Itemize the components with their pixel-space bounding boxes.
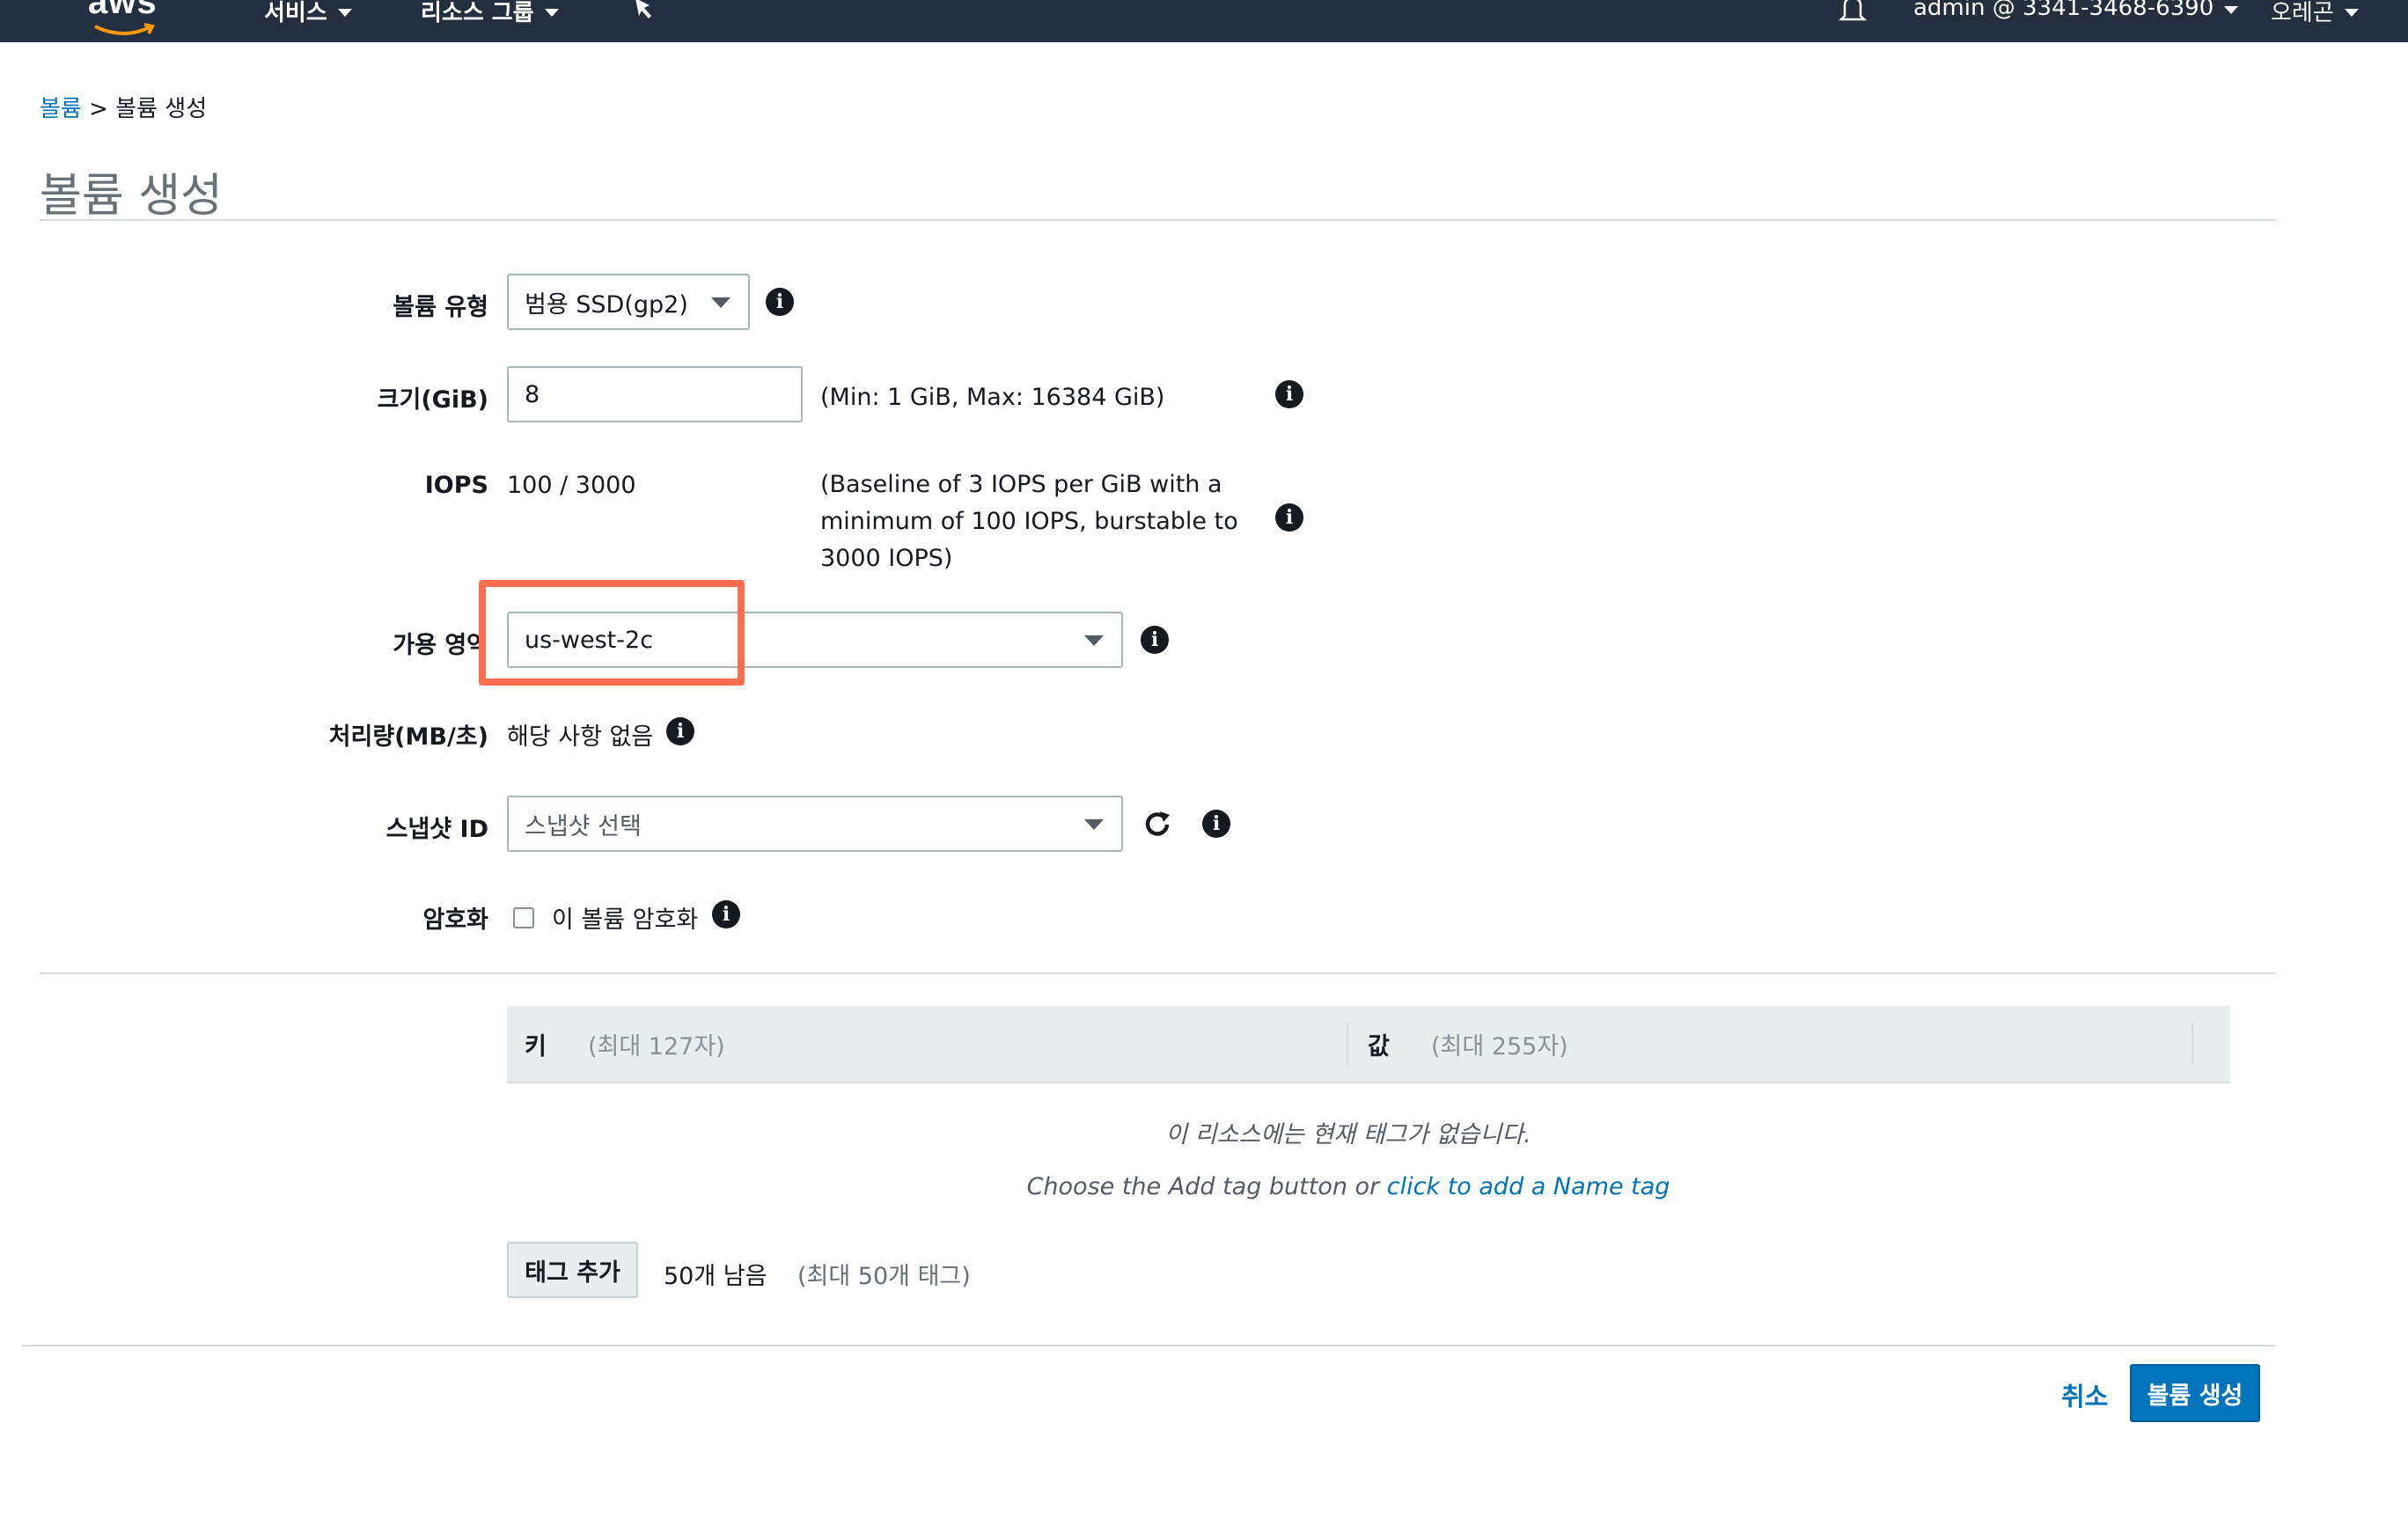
- add-tag-instructions: Choose the Add tag button or click to ad…: [144, 1173, 2408, 1200]
- breadcrumb: 볼륨 > 볼륨 생성: [40, 91, 207, 123]
- pin-icon: [635, 0, 651, 18]
- services-menu[interactable]: 서비스: [264, 0, 352, 27]
- iops-info-icon[interactable]: i: [1275, 503, 1303, 532]
- volume-type-info-icon[interactable]: i: [766, 288, 794, 316]
- add-tag-button[interactable]: 태그 추가: [507, 1242, 638, 1298]
- footer-divider: [22, 1345, 2275, 1346]
- resource-groups-label: 리소스 그룹: [421, 0, 534, 26]
- dropdown-arrow-icon: [711, 297, 730, 308]
- highlight-box: [479, 580, 745, 686]
- tags-table-header: 키 (최대 127자) 값 (최대 255자): [507, 1006, 2230, 1083]
- volume-type-value: 범용 SSD(gp2): [525, 290, 688, 319]
- availability-zone-label: 가용 영역: [393, 632, 488, 659]
- no-tags-message: 이 리소스에는 현재 태그가 없습니다.: [1165, 1121, 1531, 1148]
- tags-remaining: 50개 남음: [664, 1263, 767, 1290]
- snapshot-label: 스냅샷 ID: [385, 816, 488, 843]
- cancel-button[interactable]: 취소: [2061, 1376, 2108, 1413]
- dropdown-arrow-icon: [1084, 635, 1104, 646]
- encryption-checkbox[interactable]: [513, 907, 534, 928]
- encryption-checkbox-label[interactable]: 이 볼륨 암호화: [552, 900, 698, 935]
- chevron-down-icon: [544, 9, 559, 17]
- tag-key-hint: (최대 127자): [588, 1033, 725, 1060]
- aws-smile-icon: [94, 23, 155, 35]
- volume-type-select[interactable]: 범용 SSD(gp2): [507, 274, 750, 330]
- region-label: 오레곤: [2271, 0, 2334, 26]
- create-volume-button[interactable]: 볼륨 생성: [2130, 1364, 2260, 1422]
- dropdown-arrow-icon: [1084, 819, 1104, 830]
- iops-value: 100 / 3000: [507, 472, 636, 499]
- breadcrumb-current: 볼륨 생성: [115, 96, 208, 122]
- size-label: 크기(GiB): [377, 386, 488, 414]
- iops-hint: (Baseline of 3 IOPS per GiB with a minim…: [820, 471, 1238, 572]
- chevron-down-icon: [2224, 5, 2239, 14]
- bell-icon: [1838, 0, 1868, 21]
- account-label: admin @ 3341-3468-6390: [1913, 0, 2214, 21]
- resource-groups-menu[interactable]: 리소스 그룹: [421, 0, 559, 27]
- tags-max-hint: (최대 50개 태그): [797, 1263, 971, 1290]
- title-divider: [40, 219, 2275, 221]
- encryption-label: 암호화: [422, 906, 488, 934]
- breadcrumb-separator: >: [89, 96, 108, 122]
- iops-label: IOPS: [424, 472, 488, 499]
- throughput-value: 해당 사항 없음: [507, 723, 654, 751]
- notifications-button[interactable]: [1838, 0, 1868, 23]
- snapshot-placeholder: 스냅샷 선택: [525, 812, 642, 840]
- throughput-label: 처리량(MB/초): [328, 723, 488, 751]
- aws-logo[interactable]: aws: [88, 0, 176, 35]
- snapshot-info-icon[interactable]: i: [1202, 810, 1230, 838]
- add-name-tag-link[interactable]: click to add a Name tag: [1387, 1173, 1670, 1200]
- size-input[interactable]: 8: [507, 366, 803, 422]
- availability-zone-info-icon[interactable]: i: [1141, 626, 1169, 654]
- chevron-down-icon: [337, 9, 352, 17]
- tag-key-header: 키: [525, 1033, 547, 1060]
- refresh-icon[interactable]: [1141, 808, 1174, 841]
- tag-value-hint: (최대 255자): [1431, 1033, 1568, 1060]
- region-menu[interactable]: 오레곤: [2271, 0, 2359, 27]
- throughput-info-icon[interactable]: i: [666, 717, 694, 745]
- breadcrumb-volumes-link[interactable]: 볼륨: [40, 96, 82, 122]
- snapshot-select[interactable]: 스냅샷 선택: [507, 796, 1123, 852]
- account-menu[interactable]: admin @ 3341-3468-6390: [1913, 0, 2239, 21]
- size-input-value: 8: [525, 380, 540, 408]
- add-tag-instructions-text: Choose the Add tag button or: [1026, 1173, 1380, 1200]
- top-navigation-bar: aws 서비스 리소스 그룹 admin @ 3341-3468-6390 오레…: [0, 0, 2408, 42]
- aws-logo-text: aws: [88, 0, 158, 21]
- form-divider: [40, 972, 2275, 974]
- chevron-down-icon: [2344, 9, 2359, 17]
- column-separator: [1347, 1022, 1348, 1066]
- size-hint: (Min: 1 GiB, Max: 16384 GiB): [820, 384, 1165, 411]
- tag-value-header: 값: [1368, 1033, 1390, 1060]
- column-separator: [2191, 1022, 2193, 1066]
- size-info-icon[interactable]: i: [1275, 380, 1303, 408]
- volume-type-label: 볼륨 유형: [393, 294, 488, 321]
- services-label: 서비스: [264, 0, 327, 26]
- encryption-info-icon[interactable]: i: [712, 900, 740, 928]
- pin-button[interactable]: [630, 0, 657, 21]
- page-title: 볼륨 생성: [40, 170, 223, 223]
